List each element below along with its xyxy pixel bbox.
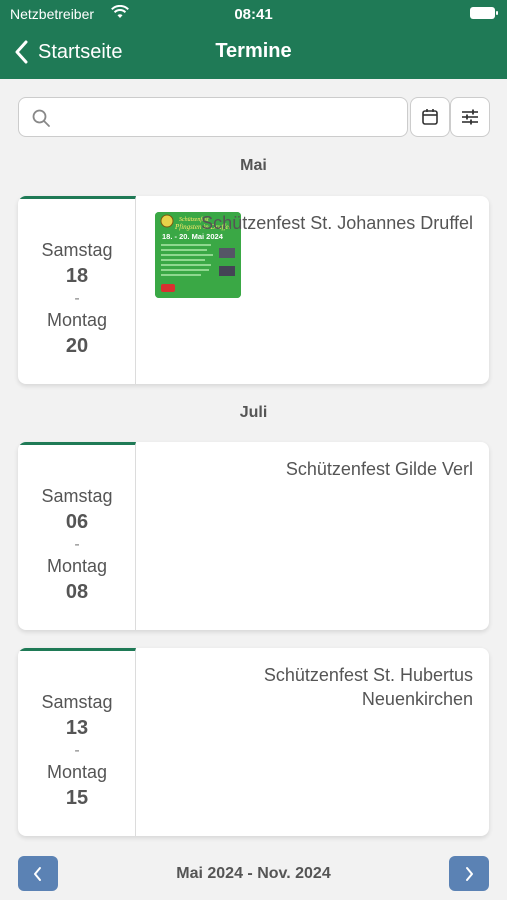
end-weekday: Montag [46, 762, 108, 782]
end-date: 15 [65, 787, 89, 809]
event-date-column: Samstag 13 - Montag 15 [18, 648, 136, 836]
date-separator: - [74, 536, 80, 553]
chevron-right-icon [466, 866, 473, 881]
event-card[interactable]: Samstag 06 - Montag 08 Schützenfest Gild… [18, 442, 489, 630]
filter-button[interactable] [450, 97, 490, 137]
end-weekday: Montag [46, 556, 108, 576]
search-icon [32, 109, 50, 127]
start-date: 06 [65, 511, 89, 533]
search-field[interactable] [18, 97, 408, 137]
page-title: Termine [215, 40, 292, 62]
clock: 08:41 [234, 6, 273, 23]
header-bar: Netzbetreiber 08:41 Startseite Termine [0, 0, 507, 79]
end-weekday: Montag [46, 310, 108, 330]
date-range-label: Mai 2024 - Nov. 2024 [176, 865, 331, 882]
event-title: Schützenfest St. Hubertus Neuenkirchen [263, 665, 473, 709]
start-date: 18 [65, 265, 89, 287]
status-bar: Netzbetreiber 08:41 [0, 0, 507, 28]
event-card[interactable]: Samstag 13 - Montag 15 Schützenfest St. … [18, 648, 489, 836]
end-date: 08 [65, 581, 89, 603]
event-title: Schützenfest St. Johannes Druffel [201, 213, 473, 233]
battery-icon [470, 7, 498, 19]
event-date-column: Samstag 06 - Montag 08 [18, 442, 136, 630]
calendar-icon [422, 109, 438, 125]
event-date-column: Samstag 18 - Montag 20 [18, 196, 136, 384]
sliders-icon [462, 109, 478, 125]
event-title: Schützenfest Gilde Verl [285, 459, 473, 479]
date-separator: - [74, 742, 80, 759]
calendar-button[interactable] [410, 97, 450, 137]
start-weekday: Samstag [41, 692, 113, 712]
start-weekday: Samstag [41, 486, 113, 506]
start-date: 13 [65, 717, 89, 739]
start-weekday: Samstag [41, 240, 113, 260]
next-page-button[interactable] [449, 856, 489, 891]
month-header: Mai [240, 157, 267, 174]
date-separator: - [74, 290, 80, 307]
event-card[interactable]: Samstag 18 - Montag 20 Schützenfest Pfin… [18, 196, 489, 384]
end-date: 20 [65, 335, 89, 357]
month-header: Juli [239, 404, 268, 421]
search-input[interactable] [61, 104, 401, 130]
